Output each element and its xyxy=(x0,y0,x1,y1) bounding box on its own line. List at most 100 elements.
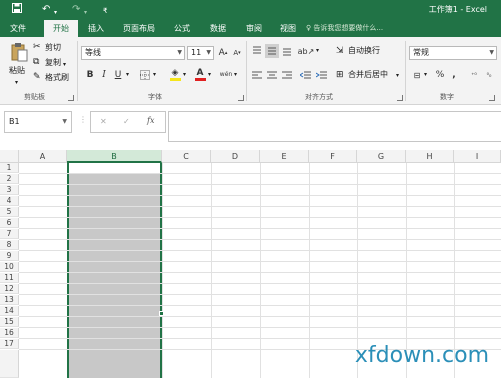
worksheet-grid[interactable]: A B C D E F G H I 1 2 3 4 5 6 7 8 9 10 1… xyxy=(0,150,501,378)
row-header[interactable]: 10 xyxy=(0,262,19,272)
row-header[interactable]: 16 xyxy=(0,328,19,338)
borders-dropdown-icon[interactable]: ▾ xyxy=(153,69,156,81)
gridline xyxy=(19,206,501,207)
column-header-i[interactable]: I xyxy=(454,150,501,163)
row-header[interactable]: 14 xyxy=(0,306,19,316)
row-header[interactable]: 12 xyxy=(0,284,19,294)
decrease-indent-icon[interactable] xyxy=(298,68,312,82)
number-format-combo[interactable]: 常规 ▼ xyxy=(409,46,497,60)
formula-bar-splitter-icon[interactable]: ⋮ xyxy=(79,115,87,124)
copy-dropdown-icon[interactable]: ▾ xyxy=(63,59,66,71)
currency-dropdown-icon[interactable]: ▾ xyxy=(424,69,427,81)
tab-page-layout[interactable]: 页面布局 xyxy=(116,20,162,37)
row-header[interactable]: 9 xyxy=(0,251,19,261)
increase-indent-icon[interactable] xyxy=(314,68,328,82)
column-header-c[interactable]: C xyxy=(162,150,211,163)
formula-input[interactable] xyxy=(168,111,501,142)
grow-font-button[interactable]: A ▴ xyxy=(216,46,230,60)
align-top-icon[interactable] xyxy=(250,44,264,58)
row-header[interactable]: 3 xyxy=(0,185,19,195)
decrease-decimal-icon[interactable]: ⁰₀ xyxy=(482,68,496,82)
copy-button[interactable]: 复制 xyxy=(45,57,61,69)
row-header[interactable]: 7 xyxy=(0,229,19,239)
tab-home[interactable]: 开始 xyxy=(44,20,78,37)
tell-me-box[interactable]: ♀ 告诉我您想要做什么... xyxy=(306,20,383,37)
chevron-down-icon: ▼ xyxy=(177,49,182,56)
customize-qat-icon[interactable]: ₹ xyxy=(103,4,107,18)
row-header[interactable]: 17 xyxy=(0,339,19,349)
orientation-dropdown-icon[interactable]: ▾ xyxy=(316,45,319,57)
column-header-h[interactable]: H xyxy=(406,150,454,163)
column-header-a[interactable]: A xyxy=(19,150,67,163)
format-painter-button[interactable]: 格式刷 xyxy=(45,72,69,84)
redo-dropdown-icon[interactable]: ▾ xyxy=(84,6,87,20)
row-header[interactable]: 1 xyxy=(0,163,19,173)
font-launcher-icon[interactable] xyxy=(238,95,244,101)
alignment-launcher-icon[interactable] xyxy=(397,95,403,101)
phonetic-dropdown-icon[interactable]: ▾ xyxy=(234,69,237,81)
merge-center-button[interactable]: 合并后居中 xyxy=(348,69,388,81)
align-left-icon[interactable] xyxy=(250,68,264,82)
tab-formulas[interactable]: 公式 xyxy=(168,20,196,37)
merge-dropdown-icon[interactable]: ▾ xyxy=(396,70,399,82)
bold-button[interactable]: B xyxy=(83,68,97,82)
row-header[interactable]: 2 xyxy=(0,174,19,184)
tab-review[interactable]: 审阅 xyxy=(240,20,268,37)
comma-style-button[interactable]: , xyxy=(447,68,461,82)
italic-button[interactable]: I xyxy=(97,68,111,82)
undo-icon[interactable]: ↶ xyxy=(42,3,50,17)
fill-color-button[interactable]: ◈ xyxy=(168,67,182,81)
font-color-dropdown-icon[interactable]: ▾ xyxy=(208,69,211,81)
align-middle-icon[interactable] xyxy=(265,44,279,58)
gridline xyxy=(19,272,501,273)
save-icon[interactable] xyxy=(12,3,22,18)
borders-button[interactable] xyxy=(138,68,152,82)
align-center-icon[interactable] xyxy=(265,68,279,82)
fill-color-dropdown-icon[interactable]: ▾ xyxy=(183,69,186,81)
orientation-icon[interactable]: ab↗ xyxy=(298,44,315,58)
underline-dropdown-icon[interactable]: ▾ xyxy=(126,69,129,81)
row-header[interactable]: 6 xyxy=(0,218,19,228)
row-header[interactable]: 13 xyxy=(0,295,19,305)
paste-icon[interactable] xyxy=(9,41,29,63)
enter-icon[interactable]: ✓ xyxy=(123,117,130,126)
currency-icon[interactable]: ⊟ xyxy=(410,68,424,82)
select-all-corner[interactable] xyxy=(0,150,19,163)
font-size-combo[interactable]: 11 ▼ xyxy=(187,46,214,60)
cut-button[interactable]: 剪切 xyxy=(45,42,61,54)
number-launcher-icon[interactable] xyxy=(489,95,495,101)
tab-insert[interactable]: 插入 xyxy=(82,20,110,37)
underline-button[interactable]: U xyxy=(111,68,125,82)
column-header-d[interactable]: D xyxy=(211,150,260,163)
shrink-font-button[interactable]: A ▾ xyxy=(230,46,244,60)
percent-button[interactable]: % xyxy=(433,68,447,82)
undo-dropdown-icon[interactable]: ▾ xyxy=(54,6,57,20)
row-header[interactable]: 15 xyxy=(0,317,19,327)
align-right-icon[interactable] xyxy=(280,68,294,82)
font-name-combo[interactable]: 等线 ▼ xyxy=(81,46,185,60)
font-color-button[interactable]: A xyxy=(193,67,207,81)
increase-decimal-icon[interactable]: ⁺⁰ xyxy=(467,68,481,82)
redo-icon[interactable]: ↷ xyxy=(72,3,80,17)
column-header-f[interactable]: F xyxy=(309,150,357,163)
row-header[interactable]: 11 xyxy=(0,273,19,283)
row-header[interactable]: 8 xyxy=(0,240,19,250)
clipboard-launcher-icon[interactable] xyxy=(68,95,74,101)
paste-dropdown-icon[interactable]: ▾ xyxy=(15,77,18,89)
column-header-b[interactable]: B xyxy=(67,150,162,163)
row-header[interactable]: 5 xyxy=(0,207,19,217)
wrap-text-button[interactable]: 自动换行 xyxy=(348,45,380,57)
insert-function-icon[interactable]: fx xyxy=(147,116,154,125)
cancel-icon[interactable]: ✕ xyxy=(100,117,107,126)
paste-button[interactable]: 粘贴 xyxy=(9,65,25,77)
tab-view[interactable]: 视图 xyxy=(274,20,302,37)
caret-down-icon: ▾ xyxy=(238,50,241,56)
tab-data[interactable]: 数据 xyxy=(204,20,232,37)
tab-file[interactable]: 文件 xyxy=(4,20,32,37)
column-header-e[interactable]: E xyxy=(260,150,309,163)
phonetic-button[interactable]: wén xyxy=(219,67,233,81)
align-bottom-icon[interactable] xyxy=(280,44,294,58)
row-header[interactable]: 4 xyxy=(0,196,19,206)
name-box[interactable]: B1 ▼ xyxy=(4,111,72,133)
column-header-g[interactable]: G xyxy=(357,150,406,163)
